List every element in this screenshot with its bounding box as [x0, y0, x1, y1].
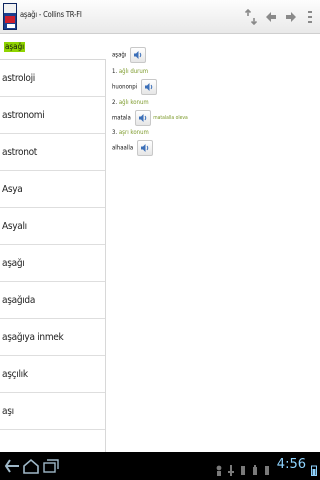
entry-panel: aşağı 1. ağlı durum huononpi 2. ağlı kon… [108, 34, 320, 452]
list-item[interactable]: Asyalı [0, 208, 105, 245]
system-bar: 4:56 [0, 452, 320, 480]
list-item-label: aşağıda [2, 295, 36, 306]
list-item[interactable]: aşağıya inmek [0, 319, 105, 356]
list-item-label: Asyalı [2, 221, 27, 232]
back-nav-icon[interactable] [4, 458, 22, 474]
recent-apps-icon[interactable] [42, 458, 60, 474]
action-bar: aşağı - Collins TR-FI [0, 0, 320, 34]
translation-row: huononpi [112, 79, 157, 95]
sense-row: 2. ağlı konum [112, 99, 149, 106]
sense-row: 1. ağlı durum [112, 68, 148, 75]
clock: 4:56 [276, 457, 306, 472]
list-item[interactable]: aşı [0, 393, 105, 430]
translation-row: alhaalla [112, 140, 153, 156]
sense-translation[interactable]: aşrı konum [119, 129, 149, 136]
sense-translation[interactable]: ağlı durum [119, 68, 148, 75]
alternate-form[interactable]: matalalla oleva [153, 115, 188, 121]
notification-icon[interactable] [216, 461, 222, 476]
list-item[interactable]: astronomi [0, 97, 105, 134]
headword: aşağı [112, 51, 127, 59]
sense-row: 3. aşrı konum [112, 129, 149, 136]
translation-word: alhaalla [112, 144, 134, 152]
battery-icon [311, 461, 317, 476]
list-item[interactable]: aşçılık [0, 356, 105, 393]
list-item[interactable]: aşağı [0, 245, 105, 282]
list-item-label: aşı [2, 406, 14, 417]
list-item-label: aşağı [2, 258, 25, 269]
sense-number: 1. [112, 68, 118, 75]
storage-icon [264, 461, 270, 475]
word-list[interactable]: astroloji astronomi astronot Asya Asyalı… [0, 60, 106, 452]
list-item[interactable]: astroloji [0, 60, 105, 97]
list-item-label: aşçılık [2, 369, 28, 380]
translation-word: huononpi [112, 83, 138, 91]
usb-icon [228, 461, 234, 476]
sense-number: 2. [112, 99, 118, 106]
list-item-label: astronomi [2, 110, 45, 121]
home-nav-icon[interactable] [22, 458, 40, 474]
sense-number: 3. [112, 129, 118, 136]
list-item-label: aşağıya inmek [2, 332, 64, 343]
window-title: aşağı - Collins TR-FI [20, 10, 82, 19]
translation-word: matala [112, 114, 131, 122]
speaker-icon[interactable] [130, 47, 147, 63]
list-item[interactable]: Asya [0, 171, 105, 208]
forward-arrow-icon[interactable] [281, 6, 301, 28]
speaker-icon[interactable] [140, 79, 157, 95]
overflow-menu-icon[interactable] [300, 6, 320, 28]
collins-dictionary-icon[interactable] [3, 3, 17, 30]
list-item-label: Asya [2, 184, 23, 195]
sense-translation[interactable]: ağlı konum [119, 99, 149, 106]
translation-row: matala matalalla oleva [112, 110, 188, 126]
list-item-label: astronot [2, 147, 38, 158]
search-input-text[interactable]: aşağı [4, 42, 26, 52]
swap-languages-icon[interactable] [241, 6, 261, 28]
list-item[interactable]: astronot [0, 134, 105, 171]
search-field[interactable]: aşağı [0, 34, 106, 60]
list-item-label: astroloji [2, 73, 36, 84]
back-arrow-icon[interactable] [261, 6, 281, 28]
speaker-icon[interactable] [136, 140, 153, 156]
list-item[interactable]: aşağıda [0, 282, 105, 319]
debug-icon [240, 461, 246, 475]
download-icon [252, 461, 258, 475]
speaker-icon[interactable] [134, 110, 151, 126]
headword-row: aşağı [112, 47, 147, 63]
